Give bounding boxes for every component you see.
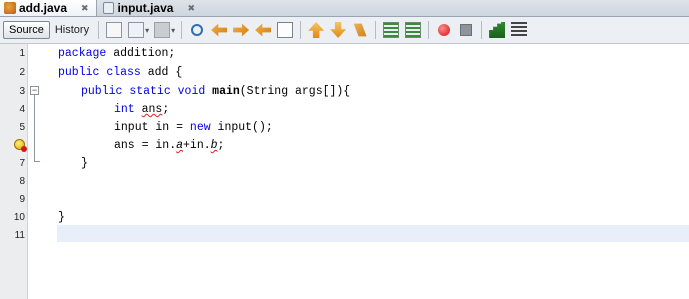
keyword: int [114, 103, 135, 116]
prev-bookmark-icon[interactable] [308, 22, 325, 38]
fold-guide-line [34, 95, 35, 162]
code-line-3[interactable]: public static void main(String args[]){ [81, 85, 350, 98]
forward-icon[interactable] [154, 22, 171, 38]
code-line-4[interactable]: int ans; [114, 103, 169, 116]
line-number: 3 [19, 86, 25, 97]
code-text: +in. [183, 139, 211, 152]
toolbar-separator [428, 21, 430, 39]
tab-add-java[interactable]: add.java ✖ [0, 0, 97, 16]
code-text: ans = in. [114, 139, 177, 152]
keyword: public [58, 66, 100, 79]
line-number: 9 [19, 194, 25, 205]
keyword: new [189, 121, 211, 134]
editor-toolbar: Source History ▾ ▾ [0, 17, 689, 44]
code-line-6[interactable]: ans = in.a+in.b; [114, 139, 224, 152]
line-number: 7 [19, 158, 25, 169]
dropdown-arrow-icon[interactable]: ▾ [145, 26, 149, 35]
tab-input-java[interactable]: input.java ✖ [99, 0, 199, 16]
keyword: static [129, 85, 171, 98]
line-number: 8 [19, 176, 25, 187]
code-line-5[interactable]: input in = new input(); [114, 121, 273, 134]
method-name: main [212, 85, 240, 98]
next-bookmark-icon[interactable] [330, 22, 347, 38]
toggle-bookmark-icon[interactable] [353, 23, 367, 37]
toolbar-separator [98, 21, 100, 39]
keyword: void [177, 85, 206, 98]
fold-collapse-icon[interactable]: − [30, 86, 39, 95]
error-hint-bulb-icon[interactable] [14, 139, 27, 152]
line-number: 2 [19, 67, 25, 78]
variable-name: ans [141, 103, 163, 116]
toolbar-separator [481, 21, 483, 39]
dropdown-arrow-icon[interactable]: ▾ [171, 26, 175, 35]
code-text: input in = [114, 121, 190, 134]
editor-tab-bar: add.java ✖ input.java ✖ [0, 0, 689, 17]
keyword: public [81, 85, 123, 98]
line-number: 1 [19, 48, 25, 59]
code-text: input(); [210, 121, 273, 134]
toggle-highlight-icon[interactable] [277, 22, 294, 38]
line-number: 11 [14, 230, 25, 241]
code-text: addition; [106, 47, 176, 60]
keyword: package [58, 47, 107, 60]
find-prev-icon[interactable] [211, 23, 228, 37]
tab-label: input.java [117, 1, 174, 15]
code-text: add { [140, 66, 183, 79]
uncomment-icon[interactable] [511, 22, 528, 38]
field-b-error: b [210, 139, 218, 152]
line-number: 5 [19, 122, 25, 133]
tab-label: add.java [19, 1, 68, 15]
last-edit-icon[interactable] [106, 22, 123, 38]
record-macro-icon[interactable] [438, 24, 451, 36]
current-line-highlight [57, 225, 689, 242]
fold-end-mark [34, 161, 40, 162]
code-text: ; [162, 103, 170, 116]
code-line-1[interactable]: package addition; [58, 47, 175, 60]
toolbar-separator [181, 21, 183, 39]
field-a-error: a [176, 139, 184, 152]
error-badge-icon [21, 146, 27, 152]
code-text: } [81, 157, 88, 170]
code-line-2[interactable]: public class add { [58, 66, 182, 79]
stop-macro-icon[interactable] [460, 24, 473, 36]
code-line-10[interactable]: } [58, 211, 65, 224]
line-number: 10 [13, 212, 25, 223]
search-icon[interactable] [191, 24, 204, 36]
shift-left-icon[interactable] [383, 22, 400, 38]
code-text: } [58, 211, 65, 224]
keyword: class [106, 66, 141, 79]
line-number: 4 [19, 104, 25, 115]
comment-icon[interactable] [489, 22, 506, 38]
toolbar-separator [300, 21, 302, 39]
close-tab-icon[interactable]: ✖ [187, 3, 195, 14]
code-line-7[interactable]: } [81, 157, 88, 170]
line-number-gutter [0, 44, 28, 299]
java-file-icon [4, 2, 16, 14]
code-text: ; [217, 139, 225, 152]
code-text: (String args[]){ [239, 85, 351, 98]
back-icon[interactable] [128, 22, 145, 38]
find-selection-icon[interactable] [255, 23, 272, 37]
shift-right-icon[interactable] [405, 22, 422, 38]
close-tab-icon[interactable]: ✖ [81, 3, 89, 14]
source-button[interactable]: Source [3, 21, 50, 39]
java-file-icon [103, 2, 115, 14]
history-button[interactable]: History [50, 21, 94, 39]
toolbar-separator [375, 21, 377, 39]
find-next-icon[interactable] [233, 23, 250, 37]
